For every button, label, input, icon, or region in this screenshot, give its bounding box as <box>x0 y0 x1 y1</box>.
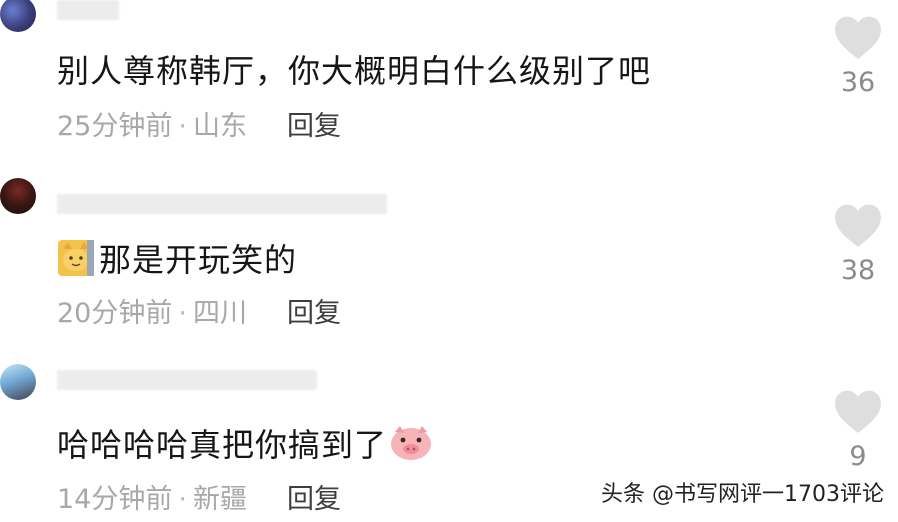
comment-time: 20分钟前 <box>57 298 173 329</box>
heart-icon <box>835 390 881 433</box>
comment-time: 25分钟前 <box>57 111 173 142</box>
reply-button[interactable]: 回复 <box>287 298 341 329</box>
pig-emoji-icon <box>391 426 432 460</box>
like-button[interactable]: 38 <box>832 202 884 286</box>
comment-meta: 20分钟前 · 四川 回复 <box>57 298 341 330</box>
comment-location: 新疆 <box>192 484 247 515</box>
reply-button[interactable]: 回复 <box>287 484 341 515</box>
separator-dot: · <box>178 484 187 515</box>
watermark: 头条 @书写网评一1703评论 <box>601 482 884 507</box>
comment-item: 那是开玩笑的 20分钟前 · 四川 回复 38 <box>0 170 898 360</box>
username-blurred[interactable] <box>57 370 317 390</box>
heart-icon <box>835 16 881 59</box>
comment-text: 哈哈哈哈真把你搞到了 <box>57 424 433 465</box>
reply-button[interactable]: 回复 <box>287 111 341 142</box>
comment-time: 14分钟前 <box>57 484 173 515</box>
separator-dot: · <box>178 111 187 142</box>
comment-text: 那是开玩笑的 <box>57 239 297 280</box>
heart-icon <box>835 204 881 247</box>
comment-location: 四川 <box>192 298 247 329</box>
avatar[interactable] <box>0 178 36 214</box>
like-count: 38 <box>840 255 876 286</box>
cat-emoji-icon <box>58 240 94 276</box>
avatar[interactable] <box>0 0 36 32</box>
username-blurred[interactable] <box>57 194 387 214</box>
comment-item: 别人尊称韩厅，你大概明白什么级别了吧 25分钟前 · 山东 回复 36 <box>0 0 898 170</box>
username-blurred[interactable] <box>57 0 119 20</box>
comment-meta: 25分钟前 · 山东 回复 <box>57 111 341 143</box>
like-button[interactable]: 36 <box>832 14 884 98</box>
like-count: 9 <box>849 441 867 472</box>
comment-text-content: 哈哈哈哈真把你搞到了 <box>57 426 388 464</box>
like-button[interactable]: 9 <box>832 388 884 472</box>
like-count: 36 <box>840 67 876 98</box>
comment-text: 别人尊称韩厅，你大概明白什么级别了吧 <box>57 52 652 90</box>
comment-text-content: 那是开玩笑的 <box>99 241 298 279</box>
comment-location: 山东 <box>192 111 247 142</box>
avatar[interactable] <box>0 364 36 400</box>
comment-meta: 14分钟前 · 新疆 回复 <box>57 484 341 516</box>
separator-dot: · <box>178 298 187 329</box>
